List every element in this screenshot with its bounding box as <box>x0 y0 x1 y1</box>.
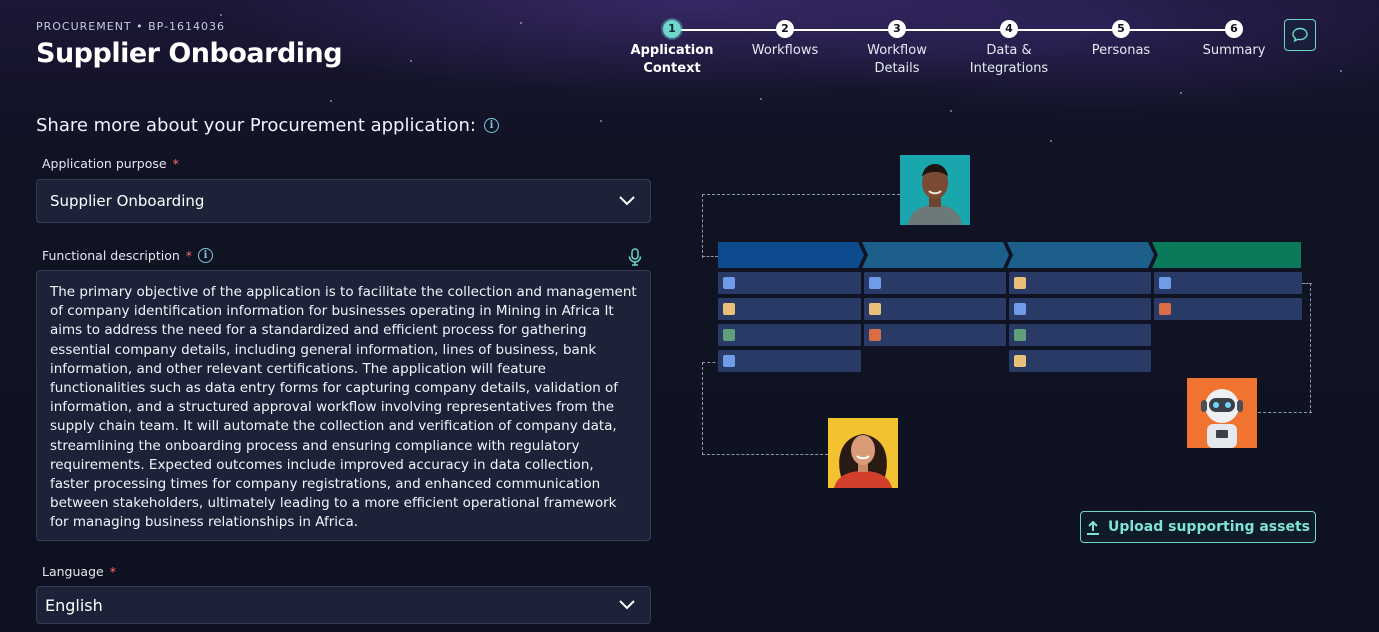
connector-line <box>702 194 900 195</box>
step-label: Workflow Details <box>867 43 927 76</box>
required-mark: * <box>109 564 116 579</box>
task-cell <box>718 298 861 320</box>
process-chevrons <box>718 242 1301 268</box>
application-purpose-select[interactable]: Supplier Onboarding <box>36 179 651 223</box>
required-mark: * <box>172 156 179 171</box>
step-personas[interactable]: 5 Personas <box>1066 20 1176 60</box>
step-label: Summary <box>1202 43 1266 58</box>
step-summary[interactable]: 6 Summary <box>1179 20 1289 60</box>
task-cell <box>1009 298 1151 320</box>
chevron-down-icon <box>619 196 635 206</box>
functional-description-label: Functional description * i <box>42 248 214 263</box>
language-label: Language * <box>42 564 116 579</box>
field-label-text: Functional description <box>42 248 180 263</box>
task-cell <box>718 350 861 372</box>
task-cell <box>1154 272 1302 294</box>
step-application-context[interactable]: 1 Application Context <box>617 20 727 78</box>
chat-icon <box>1292 27 1308 43</box>
upload-icon <box>1086 520 1099 535</box>
step-workflow-details[interactable]: 3 Workflow Details <box>842 20 952 78</box>
step-workflows[interactable]: 2 Workflows <box>730 20 840 60</box>
page-title: Supplier Onboarding <box>36 38 343 69</box>
workflow-illustration <box>690 150 1330 500</box>
select-value: Supplier Onboarding <box>50 192 205 210</box>
step-number: 1 <box>663 20 681 38</box>
step-number: 6 <box>1225 20 1243 38</box>
step-number: 2 <box>776 20 794 38</box>
section-heading: Share more about your Procurement applic… <box>36 115 499 136</box>
info-icon[interactable]: i <box>198 248 214 263</box>
step-number: 3 <box>888 20 906 38</box>
connector-line <box>1258 412 1312 413</box>
info-icon[interactable]: i <box>483 118 499 133</box>
task-cell <box>1009 350 1151 372</box>
persona-avatar-man <box>900 155 970 225</box>
connector-line <box>702 362 703 455</box>
functional-description-textarea[interactable]: The primary objective of the application… <box>36 270 651 541</box>
chat-button[interactable] <box>1284 19 1316 51</box>
progress-stepper: 1 Application Context 2 Workflows 3 Work… <box>617 20 1265 80</box>
step-label: Workflows <box>751 43 819 58</box>
task-cell <box>1009 324 1151 346</box>
persona-avatar-robot <box>1187 378 1257 448</box>
select-value: English <box>45 595 103 615</box>
connector-line <box>702 256 718 257</box>
task-cell <box>864 272 1006 294</box>
step-number: 5 <box>1112 20 1130 38</box>
microphone-icon[interactable] <box>628 248 642 266</box>
language-select[interactable]: English <box>36 586 651 624</box>
breadcrumb: PROCUREMENT • BP-1614036 <box>36 20 226 33</box>
required-mark: * <box>185 248 193 263</box>
step-number: 4 <box>1000 20 1018 38</box>
application-purpose-label: Application purpose * <box>42 156 179 171</box>
upload-assets-button[interactable]: Upload supporting assets <box>1080 511 1316 543</box>
upload-button-label: Upload supporting assets <box>1107 519 1310 535</box>
task-cell <box>864 324 1006 346</box>
task-cell <box>864 298 1006 320</box>
task-cell <box>1154 298 1302 320</box>
task-cell <box>1009 272 1151 294</box>
step-data-integrations[interactable]: 4 Data & Integrations <box>954 20 1064 78</box>
step-label: Data & Integrations <box>969 43 1049 76</box>
section-heading-text: Share more about your Procurement applic… <box>36 115 476 136</box>
step-label: Application Context <box>630 43 714 76</box>
connector-line <box>702 194 703 258</box>
field-label-text: Application purpose <box>42 156 167 171</box>
persona-avatar-woman <box>828 418 898 488</box>
connector-line <box>1310 283 1311 413</box>
step-label: Personas <box>1091 43 1151 58</box>
field-label-text: Language <box>42 564 104 579</box>
task-cell <box>718 272 861 294</box>
chevron-down-icon <box>619 600 635 610</box>
task-cell <box>718 324 861 346</box>
connector-line <box>702 454 828 455</box>
